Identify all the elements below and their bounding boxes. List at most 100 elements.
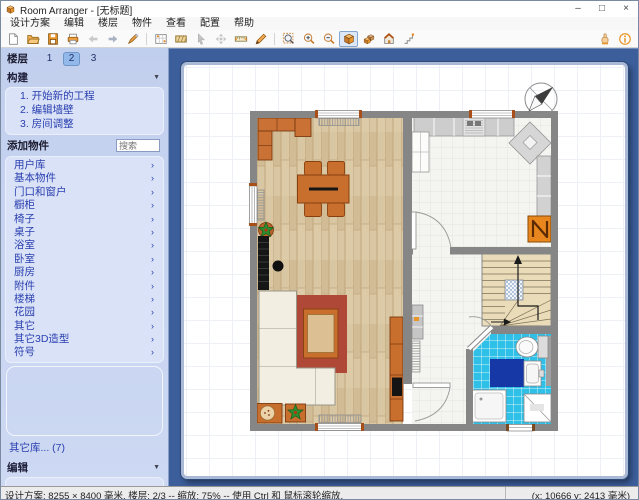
toolbar [1, 30, 638, 48]
floor-button[interactable]: 1 [42, 53, 57, 65]
sink[interactable] [524, 361, 544, 386]
sink-basin [467, 121, 473, 126]
status-bar: 设计方案: 8255 × 8400 毫米, 楼层: 2/3 -- 缩放: 75%… [1, 486, 638, 500]
move-object-icon[interactable] [211, 31, 230, 47]
undo-icon[interactable] [83, 31, 102, 47]
print-icon[interactable] [63, 31, 82, 47]
stove-unit[interactable] [528, 216, 551, 242]
tall-cabinet[interactable] [412, 132, 429, 172]
category-item[interactable]: 浴室 › [6, 239, 163, 252]
add-objects-label: 添加物件 [7, 138, 49, 153]
washing-machine[interactable] [524, 394, 551, 422]
floor-button[interactable]: 3 [86, 53, 101, 65]
walkthrough-icon[interactable] [399, 31, 418, 47]
menu-item[interactable]: 帮助 [227, 17, 261, 30]
sidebar: 楼层 123 构建 ▼ 1. 开始新的工程2. 编辑墙壁3. 房间调整 添加物件… [1, 48, 169, 486]
build-step-link[interactable]: 2. 编辑墙壁 [6, 104, 163, 118]
edit-section-header[interactable]: 编辑 ▼ [1, 457, 168, 476]
zoom-out-icon[interactable] [319, 31, 338, 47]
window-bathroom[interactable] [506, 424, 535, 431]
window-top-living[interactable] [315, 110, 362, 126]
wall-tool-icon[interactable] [171, 31, 190, 47]
category-item[interactable]: 其它3D造型 › [6, 333, 163, 346]
staircase[interactable] [482, 254, 551, 326]
zoom-selection-icon[interactable] [279, 31, 298, 47]
save-icon[interactable] [43, 31, 62, 47]
bath-mat[interactable] [490, 359, 524, 387]
objects-3d-icon[interactable] [359, 31, 378, 47]
edit-panel [5, 477, 164, 486]
category-item[interactable]: 椅子 › [6, 213, 163, 226]
toilet[interactable] [516, 336, 548, 358]
plan-page[interactable] [181, 62, 628, 479]
maximize-icon[interactable]: □ [590, 1, 614, 17]
add-objects-header: 添加物件 [1, 136, 168, 155]
potted-plant[interactable] [258, 222, 273, 238]
radiator[interactable] [319, 415, 361, 423]
new-document-icon[interactable] [3, 31, 22, 47]
category-item[interactable]: 用户库 › [6, 159, 163, 172]
menu-item[interactable]: 楼层 [91, 17, 125, 30]
menu-item[interactable]: 物件 [125, 17, 159, 30]
potted-plant-2[interactable] [286, 404, 306, 422]
bathroom-wall [491, 326, 551, 334]
empty-group-box [6, 366, 163, 436]
menu-item[interactable]: 配置 [193, 17, 227, 30]
shower-tray[interactable] [472, 390, 506, 422]
category-item[interactable]: 楼梯 › [6, 293, 163, 306]
category-item[interactable]: 厨房 › [6, 266, 163, 279]
minimize-icon[interactable]: – [566, 1, 590, 17]
menu-item[interactable]: 设计方案 [3, 17, 57, 30]
chevron-right-icon: › [151, 293, 154, 306]
redo-icon[interactable] [103, 31, 122, 47]
collapse-caret-icon[interactable]: ▼ [153, 74, 160, 81]
search-input[interactable] [116, 139, 160, 152]
build-step-link[interactable]: 1. 开始新的工程 [6, 90, 163, 104]
category-item[interactable]: 符号 › [6, 346, 163, 359]
collapse-caret-icon[interactable]: ▼ [153, 464, 160, 471]
menu-bar: 设计方案编辑楼层物件查看配置帮助 [1, 17, 638, 30]
house-3d-icon[interactable] [379, 31, 398, 47]
window-kitchen[interactable] [469, 110, 515, 118]
category-item[interactable]: 花园 › [6, 306, 163, 319]
about-info-icon[interactable] [615, 31, 634, 47]
menu-item[interactable]: 编辑 [57, 17, 91, 30]
bathroom-wall [466, 349, 473, 424]
build-step-link[interactable]: 3. 房间调整 [6, 118, 163, 132]
category-item[interactable]: 桌子 › [6, 226, 163, 239]
format-brush-icon[interactable] [123, 31, 142, 47]
hall-shelf[interactable] [412, 305, 423, 339]
category-item[interactable]: 卧室 › [6, 253, 163, 266]
edit-section-label: 编辑 [7, 460, 28, 475]
select-object-icon[interactable] [191, 31, 210, 47]
category-item[interactable]: 门口和窗户 › [6, 186, 163, 199]
radiator[interactable] [258, 190, 265, 220]
category-item[interactable]: 其它 › [6, 320, 163, 333]
chevron-right-icon: › [151, 306, 154, 319]
wall-cabinets[interactable] [537, 156, 551, 216]
category-item[interactable]: 橱柜 › [6, 199, 163, 212]
menu-item[interactable]: 查看 [159, 17, 193, 30]
zoom-in-icon[interactable] [299, 31, 318, 47]
view-3d-icon[interactable] [339, 31, 358, 47]
plan-preview-icon[interactable] [151, 31, 170, 47]
other-libraries-link[interactable]: 其它库... (7) [1, 439, 168, 457]
tv-screen[interactable] [392, 378, 402, 397]
hall-radiator[interactable] [412, 341, 420, 372]
coffee-table[interactable] [304, 309, 339, 358]
category-item[interactable]: 基本物件 › [6, 172, 163, 185]
radiator[interactable] [319, 119, 359, 126]
open-project-icon[interactable] [23, 31, 42, 47]
canvas-area[interactable] [169, 48, 638, 486]
category-item[interactable]: 附件 › [6, 280, 163, 293]
pointer-mode-icon[interactable] [595, 31, 614, 47]
floor-lamp[interactable] [273, 261, 284, 272]
measure-tool-icon[interactable] [231, 31, 250, 47]
floor-button[interactable]: 2 [64, 53, 79, 65]
draw-walls-icon[interactable] [251, 31, 270, 47]
close-icon[interactable]: × [614, 1, 638, 17]
side-table-with-lamp[interactable] [257, 404, 282, 424]
build-section-header[interactable]: 构建 ▼ [1, 67, 168, 86]
tv-cabinet[interactable] [390, 317, 403, 421]
bathroom[interactable] [472, 334, 551, 424]
